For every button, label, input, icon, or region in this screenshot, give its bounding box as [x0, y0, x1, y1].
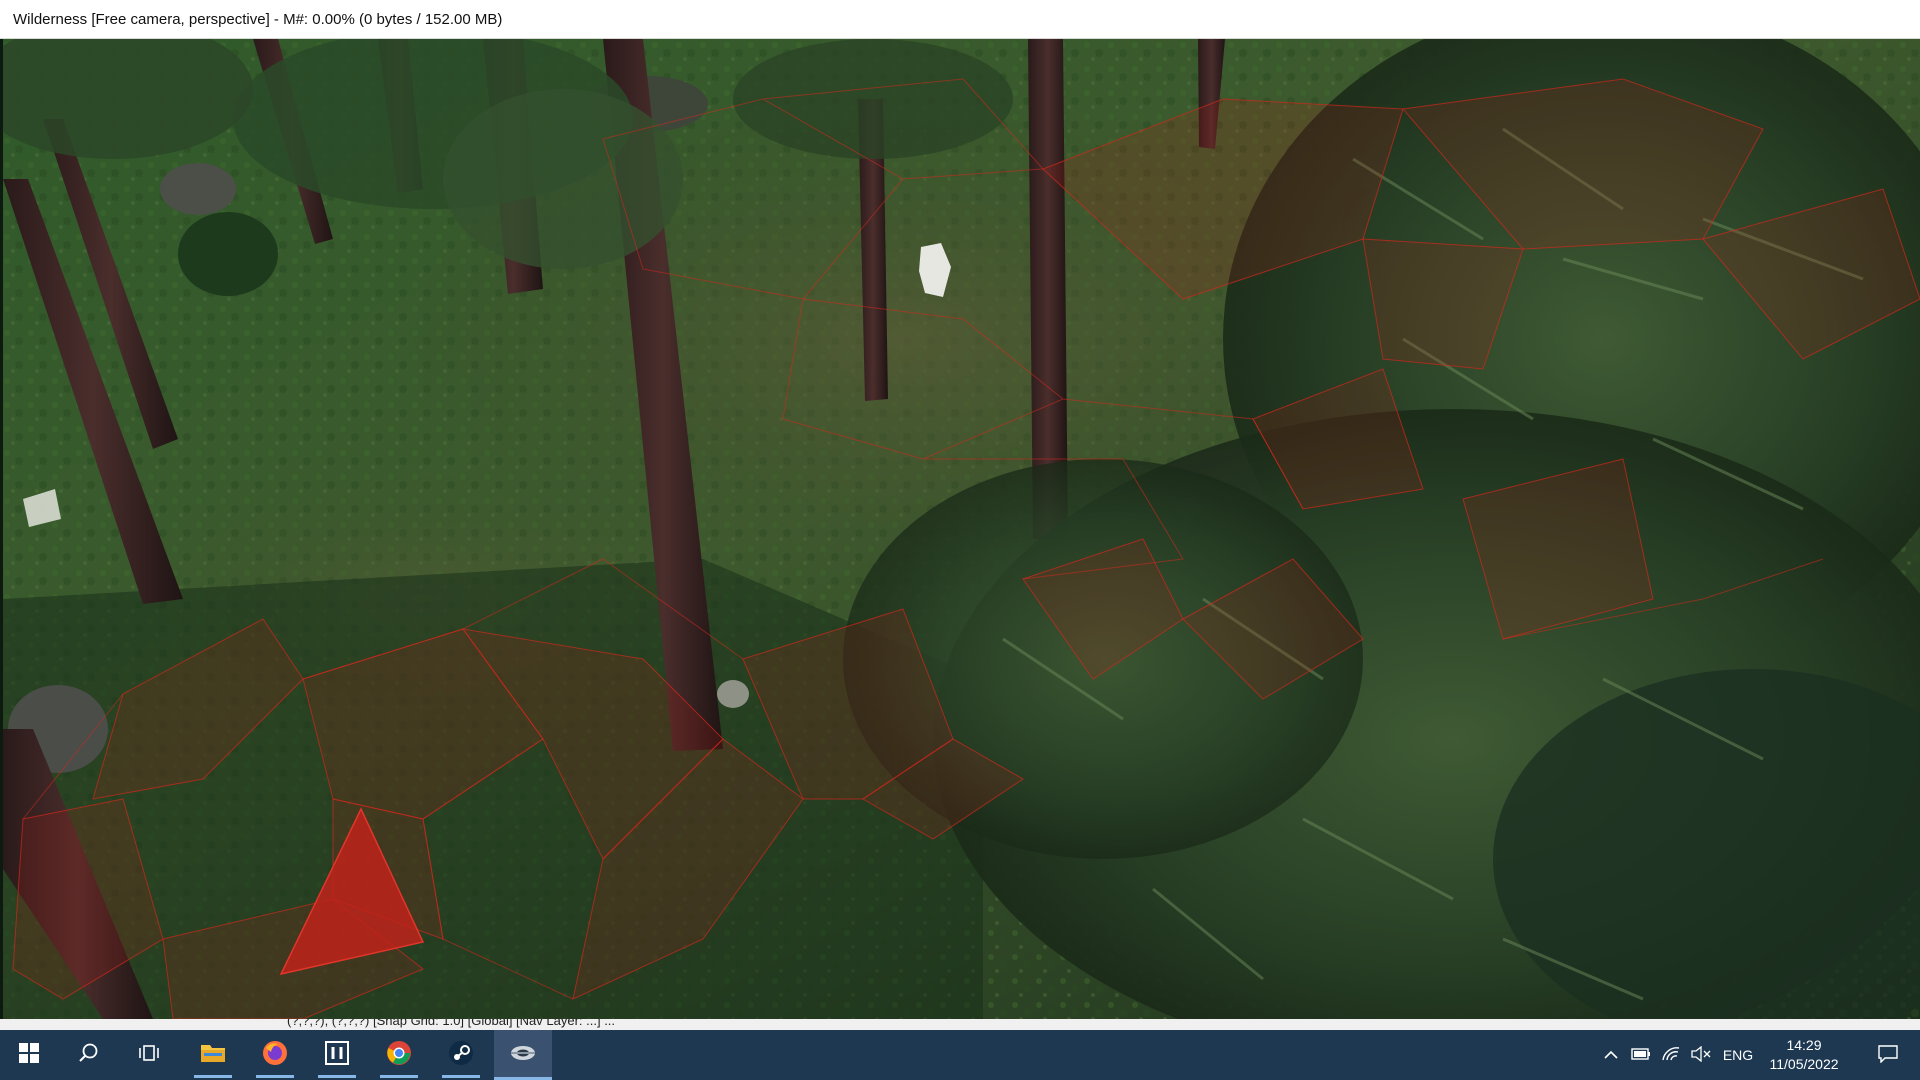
taskbar: ENG 14:29 11/05/2022: [0, 1030, 1920, 1080]
notification-icon: [1878, 1044, 1898, 1066]
chevron-up-icon: [1604, 1047, 1618, 1063]
network-button[interactable]: [1658, 1030, 1684, 1080]
clock[interactable]: 14:29 11/05/2022: [1756, 1036, 1852, 1074]
rock: [160, 163, 236, 215]
bracket-app-icon: [324, 1040, 350, 1071]
battery-button[interactable]: [1628, 1030, 1654, 1080]
start-button[interactable]: [0, 1030, 58, 1080]
firefox-button[interactable]: [246, 1030, 304, 1080]
window-title: Wilderness [Free camera, perspective] - …: [13, 11, 503, 28]
bracket-app-button[interactable]: [308, 1030, 366, 1080]
language-label: ENG: [1722, 1047, 1754, 1063]
folder-icon: [200, 1042, 226, 1069]
wifi-icon: [1661, 1046, 1681, 1065]
rock: [717, 680, 749, 708]
status-bar: (?,?,?), (?,?,?) [Snap Grid: 1.0] [Globa…: [0, 1019, 1920, 1030]
editor-app-button[interactable]: [494, 1030, 552, 1080]
firefox-icon: [262, 1040, 288, 1071]
editor-app-icon: [509, 1041, 537, 1070]
canopy: [443, 89, 683, 269]
chrome-button[interactable]: [370, 1030, 428, 1080]
canopy: [733, 39, 1013, 159]
3d-viewport[interactable]: [3, 39, 1920, 1019]
clock-date: 11/05/2022: [1769, 1056, 1839, 1072]
search-button[interactable]: [60, 1030, 118, 1080]
show-hidden-icons-button[interactable]: [1600, 1030, 1622, 1080]
volume-muted-icon: [1691, 1045, 1711, 1065]
language-indicator[interactable]: ENG: [1718, 1030, 1758, 1080]
scene-render: [3, 39, 1920, 1019]
windows-logo-icon: [19, 1042, 39, 1068]
bush: [178, 212, 278, 296]
search-icon: [78, 1042, 100, 1069]
task-view-button[interactable]: [120, 1030, 178, 1080]
steam-button[interactable]: [432, 1030, 490, 1080]
notifications-button[interactable]: [1866, 1030, 1910, 1080]
steam-icon: [448, 1040, 474, 1071]
chrome-icon: [386, 1040, 412, 1071]
window-title-bar[interactable]: Wilderness [Free camera, perspective] - …: [0, 0, 1920, 39]
volume-button[interactable]: [1688, 1030, 1714, 1080]
status-text: (?,?,?), (?,?,?) [Snap Grid: 1.0] [Globa…: [287, 1019, 616, 1028]
file-explorer-button[interactable]: [184, 1030, 242, 1080]
task-view-icon: [138, 1042, 160, 1069]
battery-icon: [1631, 1047, 1651, 1063]
clock-time: 14:29: [1786, 1037, 1822, 1053]
